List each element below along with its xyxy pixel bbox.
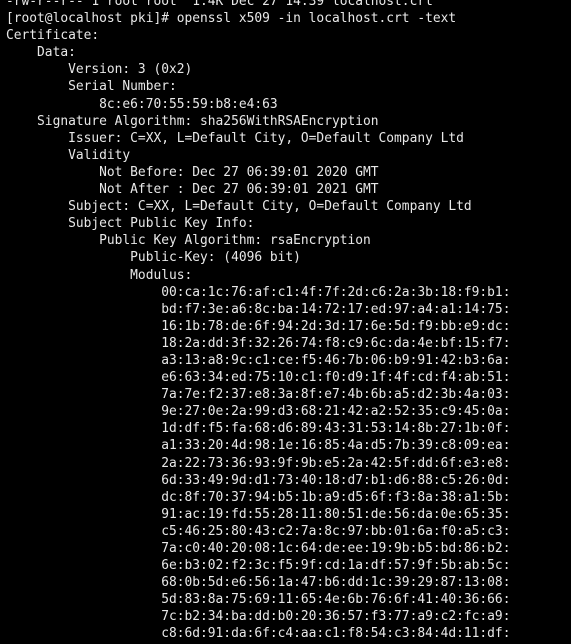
modulus-hex-line: 1d:df:f5:fa:68:d6:89:43:31:53:14:8b:27:1…	[6, 421, 511, 437]
terminal-line: Subject Public Key Info:	[6, 216, 255, 232]
command-prompt-line: [root@localhost pki]# openssl x509 -in l…	[6, 11, 457, 27]
modulus-hex-line: 18:2a:dd:3f:32:26:74:f8:c9:6c:da:4e:bf:1…	[6, 335, 511, 351]
modulus-hex-line: 7a:7e:f2:37:e8:3a:8f:e7:4b:6b:a5:d2:3b:4…	[6, 387, 511, 403]
modulus-hex-line: dc:8f:70:37:94:b5:1b:a9:d5:6f:f3:8a:38:a…	[6, 489, 511, 505]
terminal-line: Not Before: Dec 27 06:39:01 2020 GMT	[6, 164, 379, 180]
modulus-hex-line: a1:33:20:4d:98:1e:16:85:4a:d5:7b:39:c8:0…	[6, 438, 511, 454]
terminal-line: Not After : Dec 27 06:39:01 2021 GMT	[6, 182, 379, 198]
modulus-hex-line: e6:63:34:ed:75:10:c1:f0:d9:1f:4f:cd:f4:a…	[6, 370, 511, 386]
modulus-hex-line: 91:ac:19:fd:55:28:11:80:51:de:56:da:0e:6…	[6, 506, 511, 522]
terminal-line: Modulus:	[6, 267, 193, 283]
terminal-line: -rw-r--r-- 1 root root 1.4K Dec 27 14:39…	[6, 0, 433, 9]
terminal-line: Public-Key: (4096 bit)	[6, 250, 301, 266]
terminal-line: Signature Algorithm: sha256WithRSAEncryp…	[6, 113, 379, 129]
modulus-hex-line: 5d:83:8a:75:69:11:65:4e:6b:76:6f:41:40:3…	[6, 592, 511, 608]
terminal-line: 8c:e6:70:55:59:b8:e4:63	[6, 96, 278, 112]
modulus-hex-line: 9e:27:0e:2a:99:d3:68:21:42:a2:52:35:c9:4…	[6, 404, 511, 420]
modulus-hex-line: 00:ca:1c:76:af:c1:4f:7f:2d:c6:2a:3b:18:f…	[6, 284, 511, 300]
modulus-hex-line: bd:f7:3e:a6:8c:ba:14:72:17:ed:97:a4:a1:1…	[6, 301, 511, 317]
terminal-line: Serial Number:	[6, 79, 177, 95]
modulus-hex-line: 7a:c0:40:20:08:1c:64:de:ee:19:9b:b5:bd:8…	[6, 541, 511, 556]
modulus-hex-line: 6e:b3:02:f2:3c:f5:9f:cd:1a:df:57:9f:5b:a…	[6, 558, 511, 574]
terminal-window[interactable]: -rw-r--r-- 1 root root 1.4K Dec 27 14:39…	[0, 0, 571, 644]
terminal-line: Subject: C=XX, L=Default City, O=Default…	[6, 199, 472, 215]
modulus-hex-line: 68:0b:5d:e6:56:1a:47:b6:dd:1c:39:29:87:1…	[6, 575, 511, 591]
modulus-hex-line: 2a:22:73:36:93:9f:9b:e5:2a:42:5f:dd:6f:e…	[6, 455, 511, 471]
terminal-line: Data:	[6, 45, 76, 61]
terminal-line: Certificate:	[6, 28, 100, 44]
modulus-hex-line: c8:6d:91:da:6f:c4:aa:c1:f8:54:c3:84:4d:1…	[6, 626, 511, 642]
modulus-hex-line: 6d:33:49:9d:d1:73:40:18:d7:b1:d6:88:c5:2…	[6, 472, 511, 488]
terminal-line: Issuer: C=XX, L=Default City, O=Default …	[6, 130, 464, 146]
terminal-line: Public Key Algorithm: rsaEncryption	[6, 233, 371, 249]
terminal-line: Version: 3 (0x2)	[6, 62, 193, 78]
terminal-line: Validity	[6, 147, 131, 163]
modulus-hex-line: 16:1b:78:de:6f:94:2d:3d:17:6e:5d:f9:bb:e…	[6, 318, 511, 334]
modulus-hex-line: c5:46:25:80:43:c2:7a:8c:97:bb:01:6a:f0:a…	[6, 523, 511, 539]
modulus-hex-line: 7c:b2:34:ba:dd:b0:20:36:57:f3:77:a9:c2:f…	[6, 609, 511, 625]
modulus-hex-line: a3:13:a8:9c:c1:ce:f5:46:7b:06:b9:91:42:b…	[6, 352, 511, 368]
